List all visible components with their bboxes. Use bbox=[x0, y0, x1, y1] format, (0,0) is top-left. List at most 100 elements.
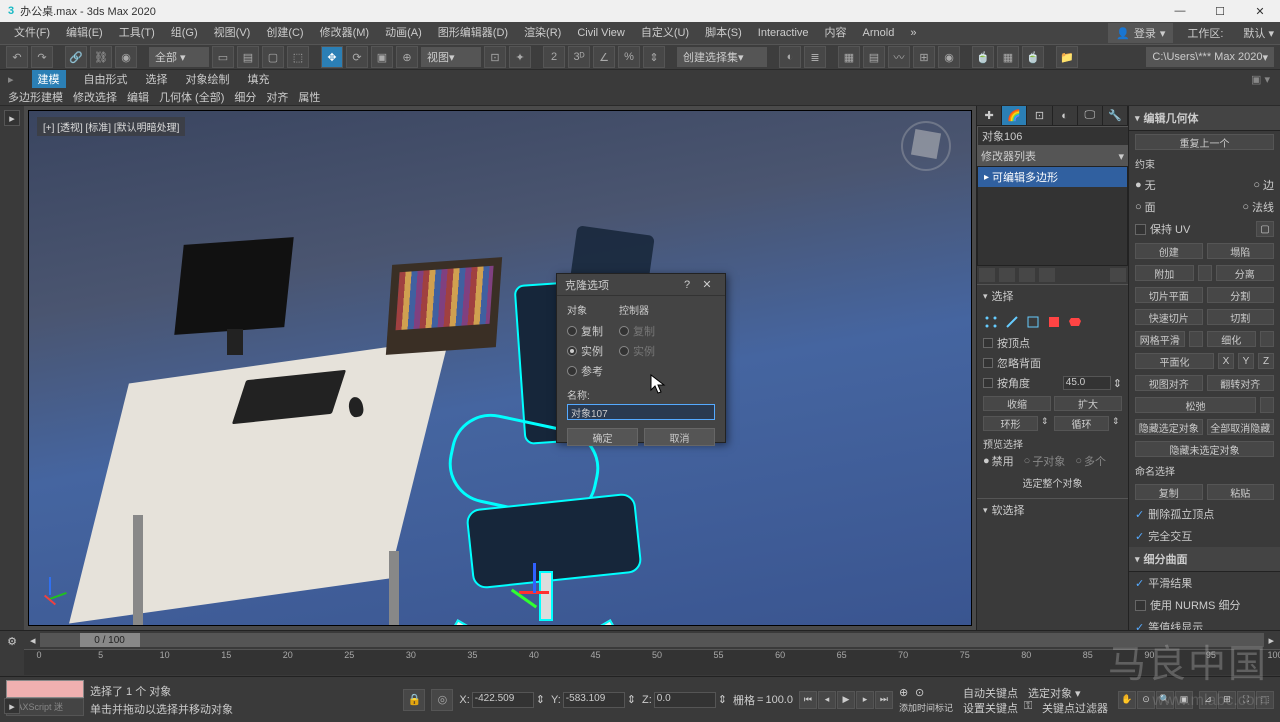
autokey-button[interactable]: 自动关键点 bbox=[959, 685, 1022, 699]
select-button[interactable]: ▭ bbox=[212, 46, 234, 68]
menu-file[interactable]: 文件(F) bbox=[6, 22, 58, 44]
prev-frame-button[interactable]: ◂ bbox=[818, 691, 836, 709]
add-time-tag[interactable]: 添加时间标记 bbox=[899, 701, 953, 714]
rect-region-button[interactable]: ▢ bbox=[262, 46, 284, 68]
ribbon-collapse-icon[interactable]: ▣ ▾ bbox=[1251, 73, 1270, 86]
render-setup-button[interactable]: 🍵 bbox=[972, 46, 994, 68]
angle-snap-button[interactable]: ∠ bbox=[593, 46, 615, 68]
preserve-uv-settings[interactable]: ▢ bbox=[1256, 221, 1274, 237]
tessellate-button[interactable]: 细化 bbox=[1207, 331, 1257, 347]
slice-plane-button[interactable]: 切片平面 bbox=[1135, 287, 1203, 303]
viewport-expand-button[interactable]: ▸ bbox=[4, 698, 20, 714]
attach-button[interactable]: 附加 bbox=[1135, 265, 1194, 281]
use-nurms-checkbox[interactable] bbox=[1135, 600, 1146, 611]
subobj-vertex-icon[interactable] bbox=[983, 314, 999, 330]
move-button[interactable]: ✥ bbox=[321, 46, 343, 68]
menu-animation[interactable]: 动画(A) bbox=[377, 22, 430, 44]
render-button[interactable]: 🍵 bbox=[1022, 46, 1044, 68]
hide-selected-button[interactable]: 隐藏选定对象 bbox=[1135, 419, 1203, 435]
constraint-normal-radio[interactable]: ○ 法线 bbox=[1242, 199, 1274, 215]
ribbon-align[interactable]: 对齐 bbox=[266, 89, 288, 105]
menu-civilview[interactable]: Civil View bbox=[569, 22, 632, 44]
lock-selection-button[interactable]: 🔒 bbox=[403, 689, 425, 711]
isoline-display-checkbox[interactable]: 等值线显示 bbox=[1148, 619, 1203, 630]
clone-name-input[interactable] bbox=[567, 404, 715, 420]
next-frame-button[interactable]: ▸ bbox=[856, 691, 874, 709]
ribbon-tab-populate[interactable]: 填充 bbox=[248, 71, 270, 87]
tessellate-settings[interactable] bbox=[1260, 331, 1274, 347]
menu-modifiers[interactable]: 修改器(M) bbox=[312, 22, 378, 44]
time-slider-prev[interactable]: ◂ bbox=[30, 634, 36, 647]
schematic-button[interactable]: ⊞ bbox=[913, 46, 935, 68]
remove-modifier-button[interactable] bbox=[1039, 268, 1055, 282]
viewcube[interactable] bbox=[901, 121, 951, 171]
unlink-button[interactable]: ⛓ bbox=[90, 46, 112, 68]
modifier-editable-poly[interactable]: ▸ 可编辑多边形 bbox=[978, 167, 1127, 187]
tab-display[interactable]: 🖵 bbox=[1078, 106, 1103, 125]
spinner-snap-button[interactable]: ⇕ bbox=[643, 46, 665, 68]
relax-button[interactable]: 松弛 bbox=[1135, 397, 1256, 413]
time-ruler[interactable]: 0510152025303540455055606570758085909510… bbox=[24, 649, 1280, 675]
keyfilter-button[interactable]: 关键点过滤器 bbox=[1038, 700, 1112, 714]
rotate-button[interactable]: ⟳ bbox=[346, 46, 368, 68]
snap-2d-button[interactable]: 2 bbox=[543, 46, 565, 68]
named-sel-dropdown[interactable]: 创建选择集 ▾ bbox=[677, 47, 767, 67]
close-button[interactable]: ✕ bbox=[1240, 0, 1280, 22]
show-end-result-button[interactable] bbox=[999, 268, 1015, 282]
ignore-backfacing-checkbox[interactable]: 忽略背面 bbox=[983, 353, 1122, 373]
pivot-button[interactable]: ⊡ bbox=[484, 46, 506, 68]
view-align-button[interactable]: 视图对齐 bbox=[1135, 375, 1203, 391]
planar-z-button[interactable]: Z bbox=[1258, 353, 1274, 369]
repeat-last-button[interactable]: 重复上一个 bbox=[1135, 134, 1274, 150]
object-copy-radio[interactable]: 复制 bbox=[567, 321, 603, 341]
flip-align-button[interactable]: 翻转对齐 bbox=[1207, 375, 1275, 391]
angle-spinner[interactable]: ⇕ bbox=[1113, 377, 1122, 390]
menu-arnold[interactable]: Arnold bbox=[855, 22, 903, 44]
copy-sel-button[interactable]: 复制 bbox=[1135, 484, 1203, 500]
menu-overflow[interactable]: » bbox=[902, 22, 924, 44]
by-angle-row[interactable]: 按角度45.0⇕ bbox=[983, 373, 1122, 393]
subobj-border-icon[interactable] bbox=[1025, 314, 1041, 330]
ribbon-modify-sel[interactable]: 修改选择 bbox=[73, 89, 117, 105]
ribbon-tab-freeform[interactable]: 自由形式 bbox=[84, 71, 128, 87]
cut-button[interactable]: 切割 bbox=[1207, 309, 1275, 325]
time-config-button[interactable]: ⊙ bbox=[915, 686, 929, 700]
ribbon-properties[interactable]: 属性 bbox=[298, 89, 320, 105]
subobj-edge-icon[interactable] bbox=[1004, 314, 1020, 330]
preview-multi-radio[interactable]: ○ 多个 bbox=[1075, 453, 1106, 469]
loop-spinner[interactable]: ⇕ bbox=[1112, 416, 1122, 431]
planar-x-button[interactable]: X bbox=[1218, 353, 1234, 369]
menu-rendering[interactable]: 渲染(R) bbox=[516, 22, 569, 44]
curve-editor-button[interactable]: 〰 bbox=[888, 46, 910, 68]
msmooth-settings[interactable] bbox=[1189, 331, 1203, 347]
paste-sel-button[interactable]: 粘贴 bbox=[1207, 484, 1275, 500]
section-edit-geometry[interactable]: 编辑几何体 bbox=[1129, 106, 1280, 131]
create-button[interactable]: 创建 bbox=[1135, 243, 1203, 259]
time-slider-next[interactable]: ▸ bbox=[1268, 634, 1274, 647]
cancel-button[interactable]: 取消 bbox=[644, 428, 715, 446]
collapse-button[interactable]: 塌陷 bbox=[1207, 243, 1275, 259]
viewport-label[interactable]: [+] [透视] [标准] [默认明暗处理] bbox=[37, 117, 185, 136]
coord-z-value[interactable]: 0.0 bbox=[654, 692, 716, 708]
toggle-ribbon-button[interactable]: ▤ bbox=[863, 46, 885, 68]
placement-button[interactable]: ⊕ bbox=[396, 46, 418, 68]
modifier-list-dropdown[interactable]: 修改器列表▾ bbox=[977, 146, 1128, 166]
subobj-polygon-icon[interactable] bbox=[1046, 314, 1062, 330]
setkey-button[interactable]: 设置关键点 bbox=[959, 700, 1022, 714]
dialog-close-button[interactable]: ✕ bbox=[697, 278, 717, 291]
selkey-dropdown[interactable]: 选定对象 ▾ bbox=[1024, 685, 1085, 699]
preserve-uv-checkbox[interactable] bbox=[1135, 224, 1146, 235]
goto-start-button[interactable]: ⏮ bbox=[799, 691, 817, 709]
ribbon-edit[interactable]: 编辑 bbox=[127, 89, 149, 105]
shrink-button[interactable]: 收缩 bbox=[983, 396, 1051, 411]
selection-filter[interactable]: 全部 ▾ bbox=[149, 47, 209, 67]
window-crossing-button[interactable]: ⬚ bbox=[287, 46, 309, 68]
menu-scripting[interactable]: 脚本(S) bbox=[697, 22, 750, 44]
delete-iso-checkbox[interactable]: 删除孤立顶点 bbox=[1148, 506, 1214, 522]
move-gizmo[interactable] bbox=[519, 571, 559, 611]
msmooth-button[interactable]: 网格平滑 bbox=[1135, 331, 1185, 347]
rollout-header-softsel[interactable]: 软选择 bbox=[977, 499, 1128, 521]
ribbon-tab-modeling[interactable]: 建模 bbox=[32, 70, 66, 88]
undo-button[interactable]: ↶ bbox=[6, 46, 28, 68]
align-button[interactable]: ≣ bbox=[804, 46, 826, 68]
